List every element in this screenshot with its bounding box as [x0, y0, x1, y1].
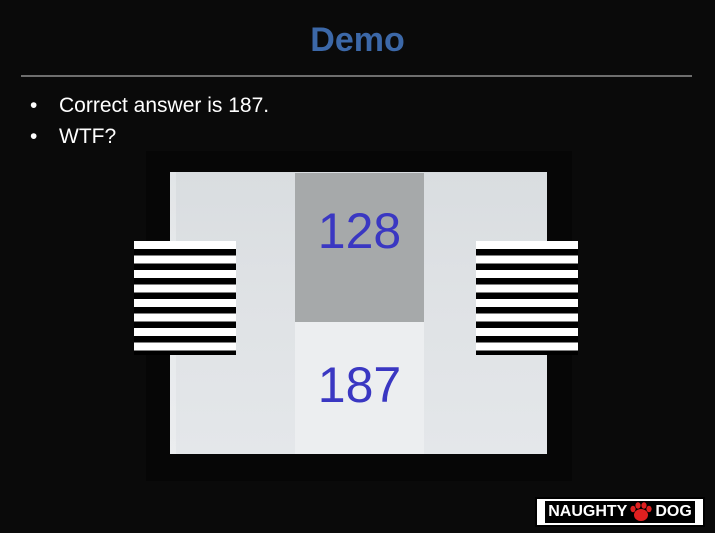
left-stripe-pattern: [134, 241, 236, 355]
bullet-item: • Correct answer is 187.: [30, 90, 269, 121]
paw-icon: [630, 502, 652, 521]
title-divider: [21, 75, 692, 77]
slide-title: Demo: [310, 21, 405, 59]
bullet-text: Correct answer is 187.: [59, 94, 270, 117]
right-stripe-pattern: [476, 241, 578, 355]
naughty-dog-logo: NAUGHTY DOG: [535, 497, 705, 527]
logo-wordmark: NAUGHTY DOG: [545, 501, 695, 523]
logo-left-text: NAUGHTY: [548, 503, 628, 520]
bullet-glyph: •: [30, 125, 38, 148]
lower-light-panel: 187: [295, 322, 424, 454]
bullet-text: WTF?: [59, 125, 117, 148]
upper-value: 128: [317, 203, 402, 259]
bullet-list: • Correct answer is 187. • WTF?: [30, 90, 269, 152]
bullet-item: • WTF?: [30, 121, 269, 152]
lower-value: 187: [317, 357, 402, 413]
upper-gray-panel: 128: [295, 173, 424, 322]
bullet-glyph: •: [30, 94, 38, 117]
logo-right-text: DOG: [655, 503, 692, 520]
